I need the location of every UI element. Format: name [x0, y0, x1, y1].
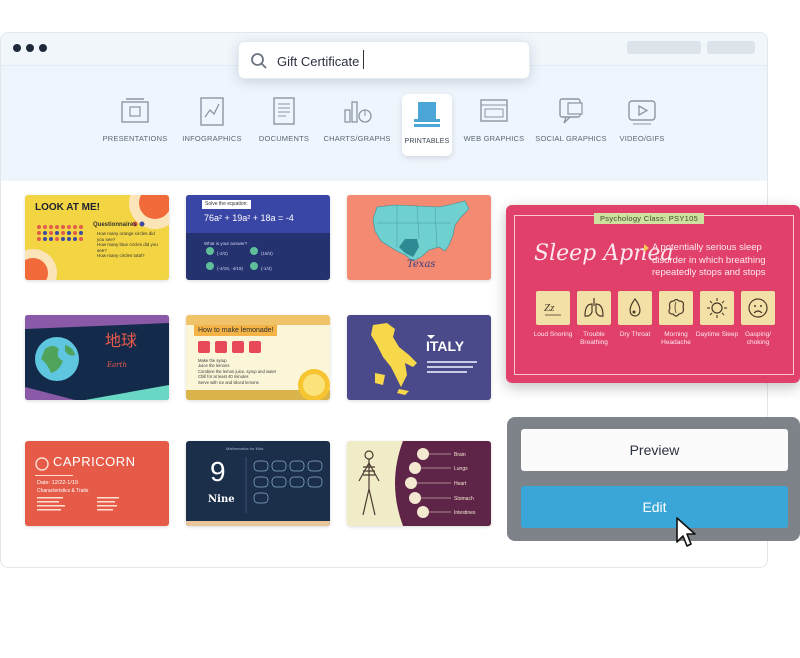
sad-face-icon: [741, 291, 775, 325]
thumbnail-title: CAPRICORN: [53, 454, 136, 469]
category-charts-graphs[interactable]: CHARTS/GRAPHS: [313, 96, 401, 143]
titlebar-placeholder: [627, 41, 701, 54]
zz-icon: Zz: [536, 291, 570, 325]
italy-map-graphic: [371, 323, 477, 395]
category-bar: PRESENTATIONS INFOGRAPHICS DOCUMENTS CHA…: [1, 65, 767, 181]
template-thumbnail-earth[interactable]: 地球 Earth: [25, 315, 169, 400]
template-thumbnail-usa-map[interactable]: Texas: [347, 195, 491, 280]
symptom-label: Daytime Sleep: [695, 331, 739, 338]
template-thumbnail-number-nine[interactable]: Mathematics for Kids 9 Nine: [186, 441, 330, 526]
organ-label: Heart: [454, 481, 467, 487]
social-graphic-icon: [559, 98, 583, 124]
thumbnail-heading: How to make lemonade!: [194, 325, 278, 336]
symptom-label: Gasping/ choking: [744, 331, 772, 346]
template-thumbnail-capricorn[interactable]: CAPRICORN Date: 12/22-1/19 Characteristi…: [25, 441, 169, 526]
thumbnail-steps: Make the syrup Juice the lemons Combine th…: [198, 358, 277, 385]
symptom-label: Loud Snoring: [533, 331, 573, 338]
thumbnail-artwork: [25, 315, 169, 400]
lungs-icon: [577, 291, 611, 325]
category-video-gifs[interactable]: VIDEO/GIFS: [598, 96, 686, 143]
template-thumbnail-italy[interactable]: ITALY: [347, 315, 491, 400]
brain-icon: [659, 291, 693, 325]
preview-button[interactable]: Preview: [521, 429, 788, 471]
answer-option: (19/4): [261, 251, 273, 256]
card-tag: Psychology Class: PSY105: [594, 213, 705, 224]
category-printables[interactable]: PRINTABLES: [402, 94, 452, 156]
thumbnail-heading: LOOK AT ME!: [35, 202, 100, 213]
organ-label: Brain: [454, 452, 466, 458]
mouse-cursor-icon: [676, 517, 696, 547]
thumbnail-caption: Texas: [407, 259, 436, 270]
sun-icon: [700, 291, 734, 325]
thumbnail-subtitle: Earth: [107, 361, 127, 369]
answer-option: (-2/2): [217, 251, 228, 256]
titlebar-placeholder: [707, 41, 755, 54]
thumbnail-tag: Solve the equation:: [202, 200, 251, 209]
category-label: PRINTABLES: [404, 138, 450, 145]
thumbnail-title: 地球: [105, 333, 138, 350]
symptom-label: Morning Headache: [661, 331, 691, 346]
thumbnail-equation: 76a² + 19a² + 18a = -4: [204, 213, 294, 223]
thumbnail-word: Nine: [208, 494, 235, 505]
thumbnail-subheading: Questionnaires: [93, 222, 137, 228]
thumbnail-title: ITALY: [426, 338, 465, 354]
infographic-icon: [200, 97, 224, 126]
symptom-label: Dry Throat: [619, 331, 651, 338]
action-panel: Preview Edit: [507, 417, 800, 541]
thumbnail-artwork: [186, 457, 330, 526]
template-thumbnail-lemonade[interactable]: How to make lemonade! Make the syrup Juic…: [186, 315, 330, 400]
document-icon: [273, 97, 295, 125]
category-label: CHARTS/GRAPHS: [323, 134, 391, 143]
presentation-icon: [121, 98, 149, 123]
category-label: WEB GRAPHICS: [463, 134, 525, 143]
text-caret: [363, 50, 364, 69]
category-presentations[interactable]: PRESENTATIONS: [91, 96, 179, 143]
thumbnail-number: 9: [210, 456, 226, 487]
chart-icon: [344, 101, 372, 123]
thumbnail-subheading: Characteristics & Traits: [37, 488, 89, 494]
symptom-label: Trouble Breathing: [580, 331, 608, 346]
organ-label: Intestines: [454, 510, 476, 516]
search-bar[interactable]: [238, 41, 530, 79]
card-description: A potentially serious sleep disorder in …: [644, 242, 794, 280]
web-graphic-icon: [480, 99, 508, 122]
drop-icon: [618, 291, 652, 325]
window-controls[interactable]: [13, 44, 47, 52]
answer-option: (-4/19, -4/19): [217, 266, 244, 271]
organ-label: Lungs: [454, 466, 468, 472]
search-icon: [251, 53, 267, 69]
marketing-stage: PRESENTATIONS INFOGRAPHICS DOCUMENTS CHA…: [0, 0, 800, 658]
category-web-graphics[interactable]: WEB GRAPHICS: [450, 96, 538, 143]
template-thumbnail-anatomy[interactable]: Brain Lungs Heart Stomach Intestines: [347, 441, 491, 526]
featured-template-card[interactable]: Psychology Class: PSY105 Sleep Apnea A p…: [506, 205, 800, 383]
video-icon: [628, 100, 656, 125]
printer-icon: [414, 102, 440, 127]
template-thumbnail-equation[interactable]: Solve the equation: 76a² + 19a² + 18a = …: [186, 195, 330, 280]
answer-option: (-1/4): [261, 266, 272, 271]
thumbnail-header: Mathematics for Kids: [226, 446, 264, 451]
thumbnail-bullets: How many orange circles did you see? How …: [97, 231, 158, 258]
svg-text:Zz: Zz: [544, 302, 555, 314]
thumbnail-question: What is your answer?: [204, 241, 248, 246]
category-label: VIDEO/GIFS: [619, 134, 665, 143]
edit-button[interactable]: Edit: [521, 486, 788, 528]
template-thumbnail-questionnaire[interactable]: LOOK AT ME! Questionnaires How many oran…: [25, 195, 169, 280]
search-input[interactable]: [277, 50, 517, 72]
category-label: PRESENTATIONS: [102, 134, 168, 143]
organ-label: Stomach: [454, 496, 474, 502]
